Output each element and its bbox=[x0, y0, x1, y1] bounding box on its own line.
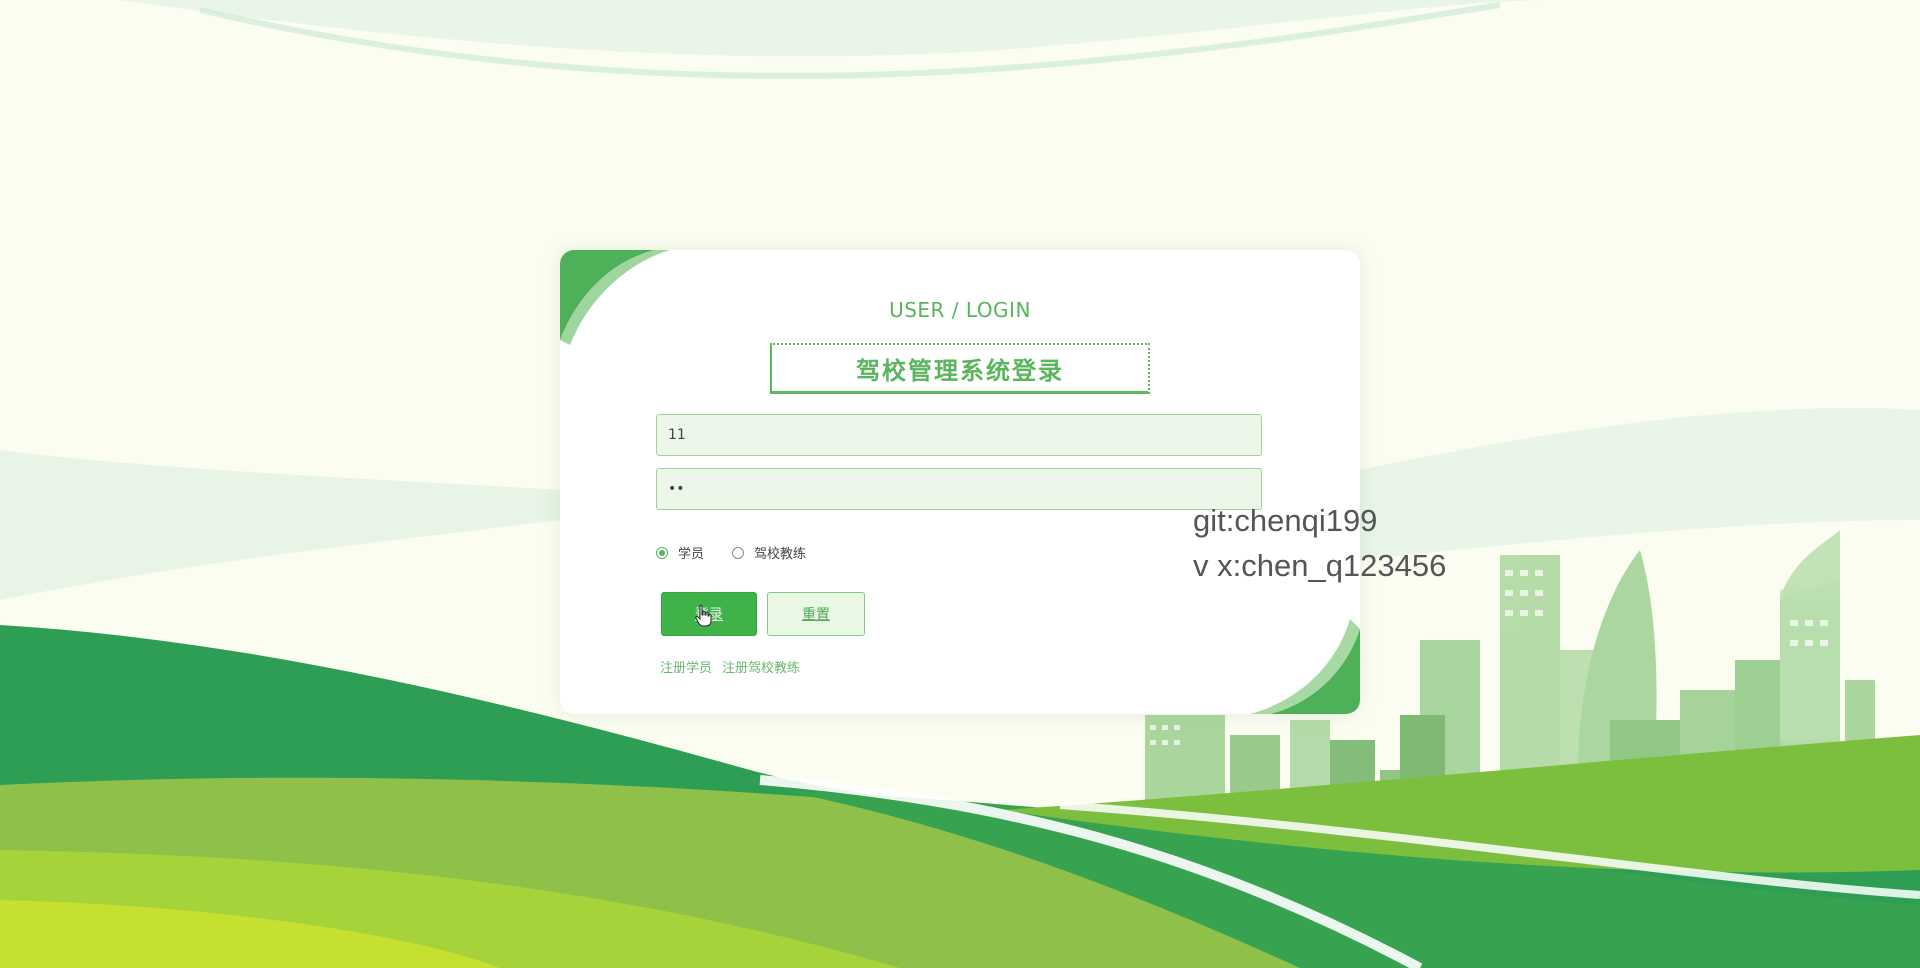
radio-checked-icon[interactable] bbox=[656, 546, 668, 559]
login-card: USER / LOGIN 驾校管理系统登录 学员 驾校教练 登录 重置 注册学员… bbox=[560, 250, 1360, 714]
page-title-text: 驾校管理系统登录 bbox=[856, 356, 1064, 385]
register-coach-link[interactable]: 注册驾校教练 bbox=[722, 657, 800, 676]
register-links: 注册学员 注册驾校教练 bbox=[660, 657, 810, 676]
role-label-coach: 驾校教练 bbox=[754, 547, 807, 562]
username-input[interactable] bbox=[656, 414, 1262, 456]
register-student-link[interactable]: 注册学员 bbox=[660, 657, 712, 676]
reset-button[interactable]: 重置 bbox=[767, 592, 865, 636]
role-radio-group: 学员 驾校教练 bbox=[656, 543, 834, 562]
role-radio-student[interactable]: 学员 bbox=[656, 543, 704, 562]
page-title: 驾校管理系统登录 bbox=[770, 343, 1150, 394]
login-subtitle: USER / LOGIN bbox=[889, 298, 1031, 322]
pointer-cursor-icon bbox=[695, 604, 712, 627]
watermark-line-1: git:chenqi199 bbox=[1193, 503, 1378, 538]
radio-unchecked-icon[interactable] bbox=[732, 546, 745, 559]
role-label-student: 学员 bbox=[678, 547, 705, 562]
role-radio-coach[interactable]: 驾校教练 bbox=[732, 543, 806, 562]
password-input[interactable] bbox=[656, 468, 1262, 510]
watermark-line-2: v x:chen_q123456 bbox=[1193, 548, 1447, 583]
corner-decoration-bottom-right bbox=[1250, 619, 1360, 714]
